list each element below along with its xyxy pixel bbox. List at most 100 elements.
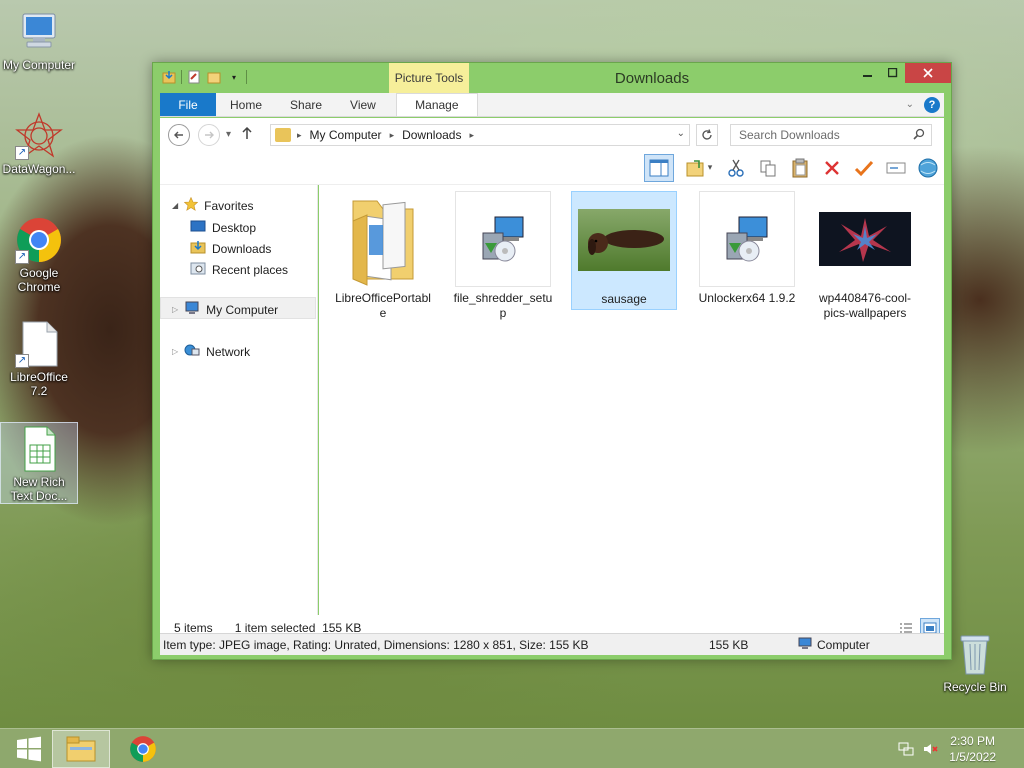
file-name: wp4408476-cool-pics-wallpapers — [818, 291, 912, 320]
close-button[interactable] — [905, 63, 951, 83]
file-explorer-icon — [66, 736, 96, 762]
system-clock[interactable]: 2:30 PM 1/5/2022 — [949, 733, 996, 765]
help-icon[interactable]: ? — [924, 96, 940, 113]
breadcrumb-separator-icon: ▸ — [297, 129, 302, 140]
expand-ribbon-icon[interactable]: ⌄ — [906, 99, 914, 110]
move-to-icon[interactable]: ▾ — [682, 156, 716, 180]
desktop-icon-label: LibreOffice 7.2 — [10, 370, 68, 398]
computer-icon — [15, 8, 63, 56]
nav-downloads[interactable]: Downloads — [190, 240, 271, 257]
title-bar[interactable]: ▾ Picture Tools Downloads — [153, 63, 951, 93]
breadcrumb-separator-icon[interactable]: ▸ — [390, 130, 395, 141]
libreoffice-icon: ↗ — [15, 320, 63, 368]
forward-button[interactable] — [198, 123, 220, 146]
up-button[interactable] — [241, 126, 253, 144]
desktop-folder-icon — [190, 219, 206, 236]
chrome-icon: ↗ — [15, 216, 63, 264]
copy-icon[interactable] — [756, 156, 780, 180]
refresh-button[interactable] — [696, 124, 718, 146]
computer-icon — [184, 301, 200, 318]
details-size: 155 KB — [709, 637, 749, 652]
desktop-icon-chrome[interactable]: ↗ Google Chrome — [0, 216, 78, 294]
volume-muted-icon[interactable] — [922, 741, 938, 757]
preview-pane-icon[interactable] — [644, 153, 674, 182]
tab-file[interactable]: File — [160, 93, 216, 116]
file-item[interactable]: Unlockerx64 1.9.2 — [697, 191, 797, 306]
desktop-icon-label: Recycle Bin — [943, 680, 1007, 694]
back-button[interactable] — [168, 123, 190, 146]
downloads-icon — [190, 240, 206, 257]
taskbar-file-explorer[interactable] — [52, 730, 110, 768]
delete-icon[interactable] — [820, 156, 844, 180]
expand-arrow-icon[interactable]: ▷ — [172, 305, 178, 314]
file-item-selected[interactable]: sausage — [571, 191, 677, 310]
file-item[interactable]: file_shredder_setup — [453, 191, 553, 321]
search-icon — [913, 128, 925, 143]
address-bar[interactable]: ▸ My Computer ▸ Downloads ▸ ⌄ — [270, 124, 690, 146]
nav-network-label: Network — [206, 344, 251, 359]
desktop-icon-datawagon[interactable]: ↗ DataWagon... — [0, 112, 78, 176]
nav-recent-places[interactable]: Recent places — [190, 261, 288, 278]
downloads-folder-icon — [275, 128, 291, 142]
ribbon-right-controls: ⌄ ? — [906, 93, 944, 116]
file-item[interactable]: wp4408476-cool-pics-wallpapers — [815, 191, 915, 321]
checkmark-icon[interactable] — [852, 156, 876, 180]
rename-icon[interactable] — [884, 156, 908, 180]
file-item[interactable]: LibreOfficePortable — [333, 191, 433, 321]
nav-desktop-label: Desktop — [212, 220, 257, 235]
navigation-bar: ▾ ▸ My Computer ▸ Downloads ▸ ⌄ Search D… — [160, 118, 944, 151]
clock-date: 1/5/2022 — [949, 750, 996, 764]
expand-arrow-icon[interactable]: ◢ — [172, 201, 178, 210]
star-icon — [183, 196, 199, 214]
file-list[interactable]: LibreOfficePortable file_shredder_setup — [319, 185, 944, 615]
nav-recent-label: Recent places — [212, 262, 289, 277]
installer-icon — [699, 191, 795, 287]
nav-desktop[interactable]: Desktop — [190, 219, 256, 236]
tab-share[interactable]: Share — [276, 93, 336, 116]
recent-locations-icon[interactable]: ▾ — [226, 129, 231, 140]
tab-home[interactable]: Home — [216, 93, 276, 116]
globe-icon[interactable] — [916, 156, 940, 180]
network-icon — [184, 343, 200, 360]
desktop-icon-label: DataWagon... — [2, 162, 76, 176]
breadcrumb-separator-icon[interactable]: ▸ — [469, 130, 474, 141]
details-location: Computer — [798, 637, 870, 652]
window-title: Downloads — [614, 70, 690, 87]
item-details: Item type: JPEG image, Rating: Unrated, … — [163, 637, 589, 652]
search-input[interactable]: Search Downloads — [730, 124, 932, 146]
desktop-icon-my-computer[interactable]: My Computer — [0, 8, 78, 72]
breadcrumb-my-computer[interactable]: My Computer — [310, 128, 382, 142]
expand-arrow-icon[interactable]: ▷ — [172, 347, 178, 356]
nav-favorites[interactable]: ◢ Favorites — [172, 196, 254, 214]
taskbar: 2:30 PM 1/5/2022 — [0, 728, 1024, 768]
explorer-window[interactable]: ▾ Picture Tools Downloads File Home Shar… — [152, 62, 952, 660]
desktop-icon-libreoffice[interactable]: ↗ LibreOffice 7.2 — [0, 320, 78, 398]
nav-my-computer[interactable]: ▷ My Computer — [172, 301, 278, 318]
details-bar: Item type: JPEG image, Rating: Unrated, … — [160, 633, 944, 655]
datawagon-icon: ↗ — [15, 112, 63, 160]
tab-view[interactable]: View — [336, 93, 390, 116]
minimize-button[interactable] — [855, 63, 880, 83]
cut-icon[interactable] — [724, 156, 748, 180]
tab-manage[interactable]: Manage — [395, 93, 478, 116]
start-button[interactable] — [0, 730, 58, 768]
shortcut-arrow-icon: ↗ — [15, 354, 29, 368]
desktop-icon-new-rich-text-doc[interactable]: New Rich Text Doc... — [0, 422, 78, 504]
desktop-icon-label: My Computer — [2, 58, 76, 72]
network-tray-icon[interactable] — [898, 741, 914, 757]
chrome-icon — [130, 736, 156, 762]
address-dropdown-icon[interactable]: ⌄ — [677, 128, 685, 139]
folder-icon — [335, 191, 431, 287]
nav-my-computer-label: My Computer — [206, 302, 279, 317]
shortcut-arrow-icon: ↗ — [15, 250, 29, 264]
nav-downloads-label: Downloads — [212, 241, 272, 256]
command-toolbar: ▾ — [160, 151, 944, 185]
image-thumbnail-icon — [576, 192, 672, 288]
wallpaper-thumbnail-icon — [817, 191, 913, 287]
nav-network[interactable]: ▷ Network — [172, 343, 250, 360]
maximize-button[interactable] — [880, 63, 905, 83]
breadcrumb-downloads[interactable]: Downloads — [402, 128, 461, 142]
paste-icon[interactable] — [788, 156, 812, 180]
recycle-bin-icon — [951, 630, 999, 678]
taskbar-chrome[interactable] — [114, 730, 172, 768]
